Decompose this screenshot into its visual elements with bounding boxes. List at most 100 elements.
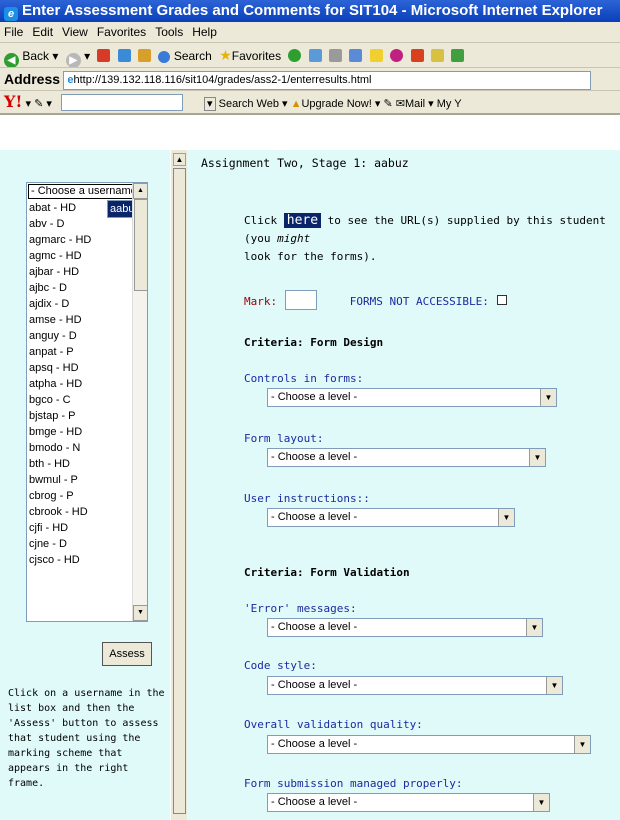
list-item[interactable]: bjstap - P <box>27 408 147 424</box>
instructions-select[interactable]: - Choose a level - ▼ <box>267 508 515 527</box>
overall-select[interactable]: - Choose a level - ▼ <box>267 735 591 754</box>
forms-not-accessible-checkbox[interactable] <box>496 295 507 305</box>
list-item[interactable]: abv - D <box>27 216 147 232</box>
list-item[interactable]: ajbar - HD <box>27 264 147 280</box>
menu-edit[interactable]: Edit <box>32 25 53 39</box>
list-item[interactable]: atpha - HD <box>27 376 147 392</box>
star-icon: ★ <box>219 47 232 63</box>
menu-file[interactable]: File <box>4 25 23 39</box>
yahoo-search-input[interactable] <box>60 94 183 111</box>
list-item[interactable]: agmarc - HD <box>27 232 147 248</box>
research-icon[interactable] <box>430 49 444 62</box>
list-item[interactable]: cbrook - HD <box>27 504 147 520</box>
assess-button[interactable]: Assess <box>102 642 152 666</box>
window-title: Enter Assessment Grades and Comments for… <box>22 2 603 19</box>
left-frame: - Choose a username - aabuz - Dabat - HD… <box>0 150 170 820</box>
search-web-button[interactable]: Search Web <box>219 98 279 110</box>
upgrade-button[interactable]: Upgrade Now! <box>301 98 371 110</box>
stop-icon[interactable] <box>97 49 111 62</box>
list-item[interactable]: cjsco - HD <box>27 552 147 568</box>
chevron-down-icon[interactable]: ▼ <box>533 794 549 811</box>
ie-icon: e <box>4 7 18 21</box>
scroll-down-icon[interactable]: ▼ <box>133 605 147 621</box>
folder-icon[interactable] <box>369 49 383 62</box>
instructions-text: Click here to see the URL(s) supplied by… <box>244 213 606 263</box>
scroll-thumb[interactable] <box>173 168 186 814</box>
forward-button[interactable]: ▶ ▾ <box>65 44 90 67</box>
list-item[interactable]: anguy - D <box>27 328 147 344</box>
controls-label: Controls in forms: <box>244 372 364 385</box>
print-icon[interactable] <box>329 49 343 62</box>
list-item[interactable]: agmc - HD <box>27 248 147 264</box>
window-title-bar: e Enter Assessment Grades and Comments fo… <box>0 0 620 22</box>
yahoo-logo[interactable]: Y! <box>4 92 22 111</box>
layout-select[interactable]: - Choose a level - ▼ <box>267 448 546 467</box>
list-item[interactable]: ajbc - D <box>27 280 147 296</box>
errors-label: 'Error' messages: <box>244 602 357 615</box>
list-item[interactable]: bmge - HD <box>27 424 147 440</box>
favorites-button[interactable]: ★Favorites <box>219 43 281 67</box>
list-item[interactable]: cjne - D <box>27 536 147 552</box>
media-icon[interactable] <box>451 49 465 62</box>
refresh-icon[interactable] <box>117 49 131 62</box>
controls-select[interactable]: - Choose a level - ▼ <box>267 388 557 407</box>
mark-input[interactable] <box>285 290 318 310</box>
list-item[interactable]: bwmul - P <box>27 472 147 488</box>
username-listbox[interactable]: - Choose a username - aabuz - Dabat - HD… <box>26 182 148 622</box>
search-button[interactable]: Search <box>158 44 212 67</box>
home-icon[interactable] <box>138 49 152 62</box>
highlight-icon[interactable]: ✎ <box>383 98 392 110</box>
instructions-label: User instructions:: <box>244 492 370 505</box>
chevron-down-icon[interactable]: ▼ <box>540 389 556 406</box>
here-link[interactable]: here <box>283 213 322 228</box>
address-input[interactable]: ehttp://139.132.118.116/sit104/grades/as… <box>63 71 592 90</box>
codestyle-select[interactable]: - Choose a level - ▼ <box>267 676 563 695</box>
chevron-down-icon[interactable]: ▼ <box>526 619 542 636</box>
yahoo-dropdown-button[interactable]: ▾ <box>204 97 216 111</box>
list-item[interactable]: ajdix - D <box>27 296 147 312</box>
list-item[interactable]: cjfi - HD <box>27 520 147 536</box>
list-item[interactable]: amse - HD <box>27 312 147 328</box>
menu-view[interactable]: View <box>62 25 88 39</box>
menu-favorites[interactable]: Favorites <box>97 25 146 39</box>
chevron-down-icon[interactable]: ▼ <box>529 449 545 466</box>
menu-tools[interactable]: Tools <box>155 25 183 39</box>
left-frame-scrollbar[interactable]: ▲ <box>170 150 188 820</box>
yahoo-toolbar: Y! ▾ ✎ ▾ ▾ Search Web ▾ ▲Upgrade Now! ▾ … <box>0 91 620 115</box>
list-item[interactable]: bth - HD <box>27 456 147 472</box>
pencil-icon[interactable]: ✎ <box>34 98 43 110</box>
scroll-up-icon[interactable]: ▲ <box>133 183 147 199</box>
back-button[interactable]: ◀ Back ▾ <box>4 44 58 67</box>
menu-help[interactable]: Help <box>192 25 217 39</box>
list-item[interactable]: bmodo - N <box>27 440 147 456</box>
list-item[interactable]: anpat - P <box>27 344 147 360</box>
scroll-thumb[interactable] <box>134 199 147 291</box>
back-arrow-icon: ◀ <box>4 53 19 67</box>
list-item[interactable]: cbrog - P <box>27 488 147 504</box>
errors-select[interactable]: - Choose a level - ▼ <box>267 618 543 637</box>
mail-icon[interactable] <box>308 49 322 62</box>
username-list: aabuz - Dabat - HDabv - Dagmarc - HDagmc… <box>27 200 147 568</box>
list-item[interactable]: bgco - C <box>27 392 147 408</box>
list-item[interactable]: apsq - HD <box>27 360 147 376</box>
edit-icon[interactable] <box>349 49 363 62</box>
mail-envelope-icon: ✉ <box>395 98 405 110</box>
chevron-down-icon[interactable]: ▼ <box>574 736 590 753</box>
my-yahoo-button[interactable]: My Y <box>437 98 462 110</box>
list-header[interactable]: - Choose a username - <box>28 184 146 199</box>
warning-icon: ▲ <box>290 98 302 110</box>
listbox-scrollbar[interactable]: ▲ ▼ <box>132 183 147 621</box>
history-icon[interactable] <box>288 49 302 62</box>
chevron-down-icon[interactable]: ▼ <box>546 677 562 694</box>
submission-select[interactable]: - Choose a level - ▼ <box>267 793 550 812</box>
address-bar: Address ehttp://139.132.118.116/sit104/g… <box>0 68 620 91</box>
mail-button[interactable]: Mail <box>405 98 425 110</box>
chevron-down-icon[interactable]: ▼ <box>498 509 514 526</box>
tools-icon[interactable] <box>410 49 424 62</box>
menu-bar: File Edit View Favorites Tools Help <box>0 22 620 43</box>
mark-row: Mark: FORMS NOT ACCESSIBLE: <box>244 290 507 310</box>
address-label: Address <box>4 71 61 87</box>
scroll-up-icon[interactable]: ▲ <box>173 153 186 166</box>
criteria-validation-heading: Criteria: Form Validation <box>244 566 410 579</box>
messenger-icon[interactable] <box>390 49 404 62</box>
